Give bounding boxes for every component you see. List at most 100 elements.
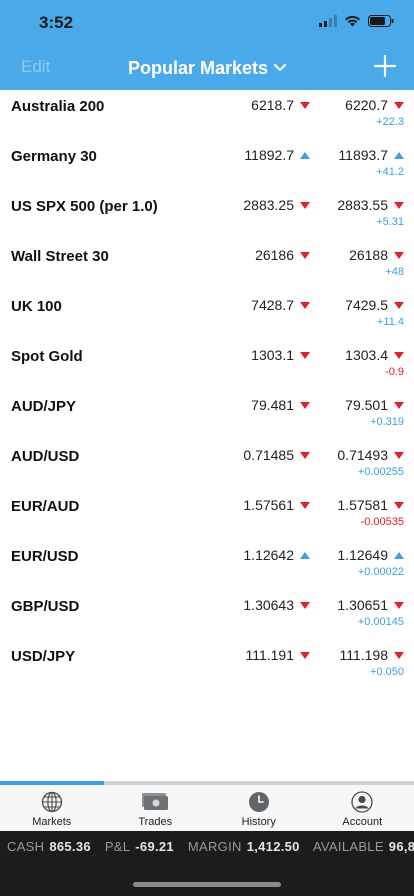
- market-row[interactable]: Wall Street 30 26186 26188 +48: [0, 240, 414, 290]
- buy-price[interactable]: 0.71493: [337, 447, 404, 463]
- status-time: 3:52: [39, 13, 74, 32]
- app-header: 3:52 Edit Popular Markets: [0, 0, 414, 90]
- down-arrow-icon: [300, 651, 310, 659]
- status-icons: [319, 15, 394, 27]
- buy-price[interactable]: 1.12649: [337, 547, 404, 563]
- buy-price[interactable]: 6220.7: [345, 97, 404, 113]
- market-row[interactable]: Spot Gold 1303.1 1303.4 -0.9: [0, 340, 414, 390]
- account-ticker: CASH 865.36 P&L -69.21 MARGIN 1,412.50 AVAI…: [7, 839, 414, 854]
- price-change: +5.31: [376, 216, 404, 228]
- down-arrow-icon: [300, 351, 310, 359]
- market-name: Spot Gold: [11, 348, 83, 365]
- sell-price-value: 2883.25: [243, 197, 294, 213]
- market-row[interactable]: AUD/JPY 79.481 79.501 +0.319: [0, 390, 414, 440]
- available-value: 96,810,: [388, 839, 414, 854]
- buy-price[interactable]: 111.198: [339, 647, 404, 663]
- down-arrow-icon: [300, 301, 310, 309]
- market-row[interactable]: EUR/USD 1.12642 1.12649 +0.00022: [0, 540, 414, 590]
- sell-price-value: 7428.7: [251, 297, 294, 313]
- sell-price[interactable]: 6218.7: [251, 97, 310, 113]
- market-row[interactable]: EUR/AUD 1.57561 1.57581 -0.00535: [0, 490, 414, 540]
- market-row[interactable]: AUD/USD 0.71485 0.71493 +0.00255: [0, 440, 414, 490]
- sell-price[interactable]: 26186: [255, 247, 310, 263]
- price-change: +0.00145: [357, 616, 404, 628]
- market-row[interactable]: UK 100 7428.7 7429.5 +11.4: [0, 290, 414, 340]
- sell-price-value: 11892.7: [244, 147, 294, 163]
- sell-price[interactable]: 0.71485: [243, 447, 310, 463]
- sell-price-value: 79.481: [251, 397, 294, 413]
- sell-price[interactable]: 79.481: [251, 397, 310, 413]
- sell-price-value: 111.191: [245, 647, 294, 663]
- buy-price[interactable]: 79.501: [345, 397, 404, 413]
- sell-price[interactable]: 1303.1: [251, 347, 310, 363]
- market-name: EUR/USD: [11, 548, 79, 565]
- buy-price-value: 11893.7: [338, 147, 388, 163]
- market-row[interactable]: Australia 200 6218.7 6220.7 +22.3: [0, 90, 414, 140]
- sell-price[interactable]: 2883.25: [243, 197, 310, 213]
- pnl-value: -69.21: [135, 839, 174, 854]
- sell-price-value: 6218.7: [251, 97, 294, 113]
- sell-price[interactable]: 111.191: [245, 647, 310, 663]
- market-row[interactable]: GBP/USD 1.30643 1.30651 +0.00145: [0, 590, 414, 640]
- buy-price-value: 1.30651: [337, 597, 388, 613]
- price-change: +0.00255: [357, 466, 404, 478]
- sell-price-value: 26186: [255, 247, 294, 263]
- buy-price[interactable]: 1.57581: [337, 497, 404, 513]
- tab-label: History: [241, 816, 276, 828]
- sell-price[interactable]: 7428.7: [251, 297, 310, 313]
- price-change: +41.2: [376, 166, 404, 178]
- down-arrow-icon: [394, 251, 404, 259]
- tab-markets[interactable]: Markets: [0, 785, 104, 831]
- tab-label: Trades: [138, 816, 173, 828]
- sell-price[interactable]: 1.30643: [243, 597, 310, 613]
- tab-trades[interactable]: Trades: [104, 785, 208, 831]
- add-icon[interactable]: [374, 55, 396, 77]
- market-row[interactable]: Germany 30 11892.7 11893.7 +41.2: [0, 140, 414, 190]
- sell-price-value: 1.57561: [243, 497, 294, 513]
- market-list: Australia 200 6218.7 6220.7 +22.3 Germany 30…: [0, 90, 414, 690]
- price-change: -0.9: [385, 366, 404, 378]
- down-arrow-icon: [300, 601, 310, 609]
- buy-price[interactable]: 1303.4: [345, 347, 404, 363]
- sell-price[interactable]: 1.12642: [243, 547, 310, 563]
- tab-history[interactable]: History: [207, 785, 311, 831]
- wifi-icon: [345, 15, 360, 27]
- sell-price[interactable]: 1.57561: [243, 497, 310, 513]
- market-name: Wall Street 30: [11, 248, 109, 265]
- home-indicator[interactable]: [133, 882, 281, 887]
- market-list-title[interactable]: Popular Markets: [0, 56, 414, 79]
- buy-price[interactable]: 1.30651: [337, 597, 404, 613]
- buy-price[interactable]: 26188: [349, 247, 404, 263]
- buy-price[interactable]: 2883.55: [337, 197, 404, 213]
- up-arrow-icon: [394, 551, 404, 559]
- price-change: +11.4: [376, 316, 404, 328]
- market-name: AUD/JPY: [11, 398, 77, 415]
- market-row[interactable]: US SPX 500 (per 1.0) 2883.25 2883.55 +5.31: [0, 190, 414, 240]
- up-arrow-icon: [394, 151, 404, 159]
- user-icon: [351, 791, 373, 813]
- margin-label: MARGIN: [187, 839, 242, 854]
- clock-icon: [248, 792, 269, 812]
- buy-price-value: 1303.4: [345, 347, 388, 363]
- margin-value: 1,412.50: [246, 839, 300, 854]
- up-arrow-icon: [300, 551, 310, 559]
- battery-icon: [368, 15, 394, 27]
- cash-icon: [142, 793, 169, 810]
- tab-bar: Markets Trades History Account: [0, 785, 414, 831]
- available-label: AVAILABLE: [312, 839, 384, 854]
- sell-price-value: 1303.1: [251, 347, 294, 363]
- tab-label: Account: [342, 816, 383, 828]
- buy-price[interactable]: 7429.5: [345, 297, 404, 313]
- account-summary-bar: CASH 865.36 P&L -69.21 MARGIN 1,412.50 AVAI…: [0, 831, 414, 896]
- down-arrow-icon: [394, 401, 404, 409]
- market-row[interactable]: USD/JPY 111.191 111.198 +0.050: [0, 640, 414, 690]
- tab-account[interactable]: Account: [311, 785, 414, 831]
- buy-price[interactable]: 11893.7: [338, 147, 404, 163]
- sell-price[interactable]: 11892.7: [244, 147, 310, 163]
- down-arrow-icon: [300, 101, 310, 109]
- down-arrow-icon: [394, 351, 404, 359]
- sell-price-value: 0.71485: [243, 447, 294, 463]
- cellular-signal-icon: [319, 15, 337, 27]
- page-title: Popular Markets: [127, 58, 269, 78]
- buy-price-value: 26188: [349, 247, 388, 263]
